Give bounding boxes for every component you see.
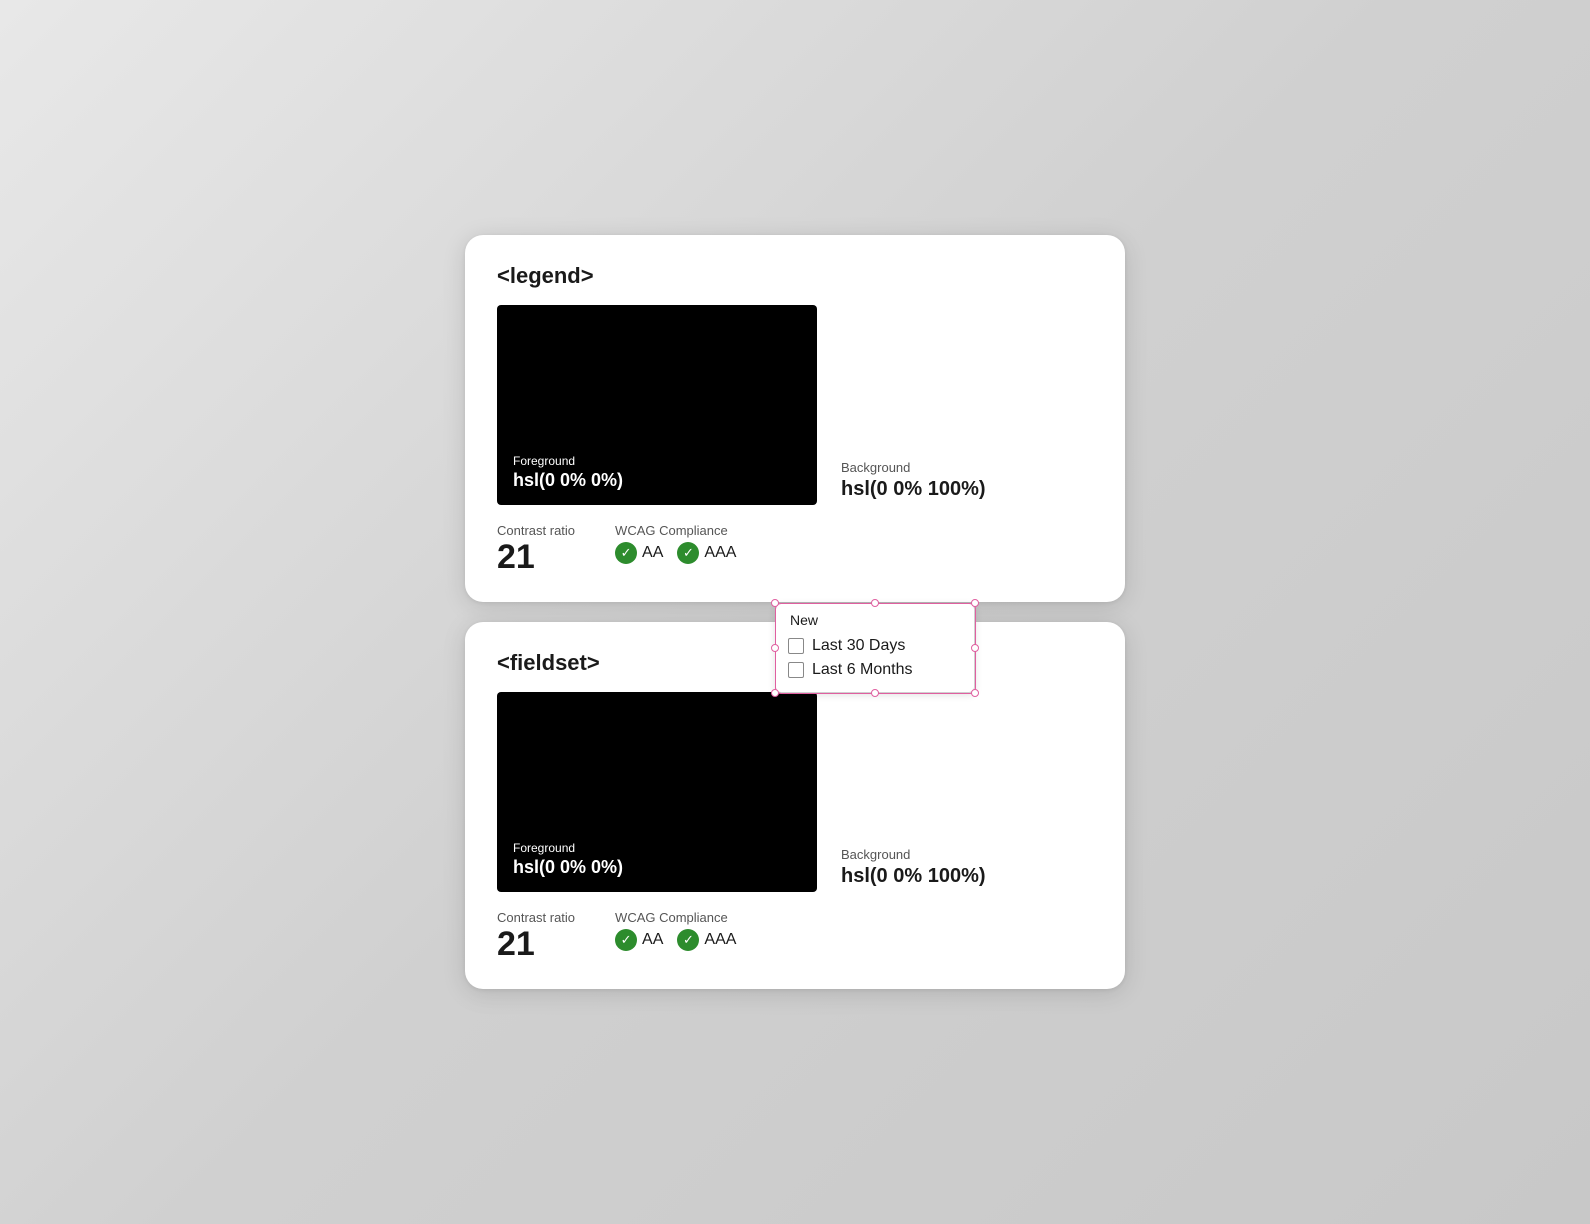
legend-card-title: <legend> [497,263,1093,289]
fieldset-wcag-label: WCAG Compliance [615,910,736,925]
handle-br [971,689,979,697]
handle-bm [871,689,879,697]
fieldset-contrast-value: 21 [497,927,575,961]
handle-tl [771,599,779,607]
dropdown-item-1[interactable]: Last 6 Months [788,658,962,682]
fieldset-foreground-value-inside: hsl(0 0% 0%) [513,857,623,877]
fieldset-aa-badge: ✓ AA [615,929,663,951]
fieldset-color-box: Foreground hsl(0 0% 0%) [497,692,817,892]
handle-mr [971,644,979,652]
legend-color-preview-row: Foreground hsl(0 0% 0%) Background hsl(0… [497,305,1093,505]
legend-wcag-block: WCAG Compliance ✓ AA ✓ AAA [615,523,736,564]
legend-aa-label: AA [642,544,663,562]
legend-wcag-info: WCAG Compliance ✓ AA ✓ AAA [615,523,736,564]
legend-badge-row: ✓ AA ✓ AAA [615,542,736,564]
fieldset-background-label: Background [841,847,986,862]
fieldset-contrast-label: Contrast ratio [497,910,575,925]
fieldset-aaa-badge: ✓ AAA [677,929,736,951]
dropdown-item-0[interactable]: Last 30 Days [788,634,962,658]
fieldset-wcag-info: WCAG Compliance ✓ AA ✓ AAA [615,910,736,951]
legend-contrast-block: Contrast ratio 21 [497,523,575,574]
legend-aa-icon: ✓ [615,542,637,564]
fieldset-foreground-label-inside: Foreground [513,841,623,855]
fieldset-metrics-section: Contrast ratio 21 WCAG Compliance ✓ AA [497,910,1093,961]
fieldset-background-value: hsl(0 0% 100%) [841,865,986,888]
fieldset-aaa-icon: ✓ [677,929,699,951]
floating-dropdown[interactable]: New Last 30 Days Last 6 Months [775,603,975,693]
fieldset-foreground-inside: Foreground hsl(0 0% 0%) [513,841,623,878]
legend-metrics-section: Contrast ratio 21 WCAG Compliance ✓ AA [497,523,1093,574]
legend-foreground-label-inside: Foreground [513,454,623,468]
legend-foreground-value-inside: hsl(0 0% 0%) [513,470,623,490]
fieldset-aa-label: AA [642,931,663,949]
legend-aaa-icon: ✓ [677,542,699,564]
cards-container: <legend> Foreground hsl(0 0% 0%) Backgro… [465,235,1125,989]
legend-card: <legend> Foreground hsl(0 0% 0%) Backgro… [465,235,1125,602]
handle-tm [871,599,879,607]
legend-color-box: Foreground hsl(0 0% 0%) [497,305,817,505]
fieldset-wcag-block: WCAG Compliance ✓ AA ✓ AAA [615,910,736,951]
legend-aa-badge: ✓ AA [615,542,663,564]
dropdown-checkbox-1[interactable] [788,662,804,678]
dropdown-checkbox-0[interactable] [788,638,804,654]
fieldset-badge-row: ✓ AA ✓ AAA [615,929,736,951]
legend-contrast-value: 21 [497,540,575,574]
legend-contrast-label: Contrast ratio [497,523,575,538]
legend-aaa-badge: ✓ AAA [677,542,736,564]
legend-background-outside: Background hsl(0 0% 100%) [817,305,986,505]
handle-bl [771,689,779,697]
fieldset-aaa-label: AAA [704,931,736,949]
legend-foreground-inside: Foreground hsl(0 0% 0%) [513,454,623,491]
dropdown-item-label-1: Last 6 Months [812,661,913,679]
handle-ml [771,644,779,652]
legend-background-label: Background [841,460,986,475]
fieldset-contrast-block: Contrast ratio 21 [497,910,575,961]
handle-tr [971,599,979,607]
dropdown-legend-label: New [788,612,962,628]
dropdown-item-label-0: Last 30 Days [812,637,905,655]
legend-background-value: hsl(0 0% 100%) [841,478,986,501]
fieldset-color-preview-row: Foreground hsl(0 0% 0%) Background hsl(0… [497,692,1093,892]
legend-wcag-label: WCAG Compliance [615,523,736,538]
fieldset-aa-icon: ✓ [615,929,637,951]
legend-aaa-label: AAA [704,544,736,562]
fieldset-background-outside: Background hsl(0 0% 100%) [817,692,986,892]
